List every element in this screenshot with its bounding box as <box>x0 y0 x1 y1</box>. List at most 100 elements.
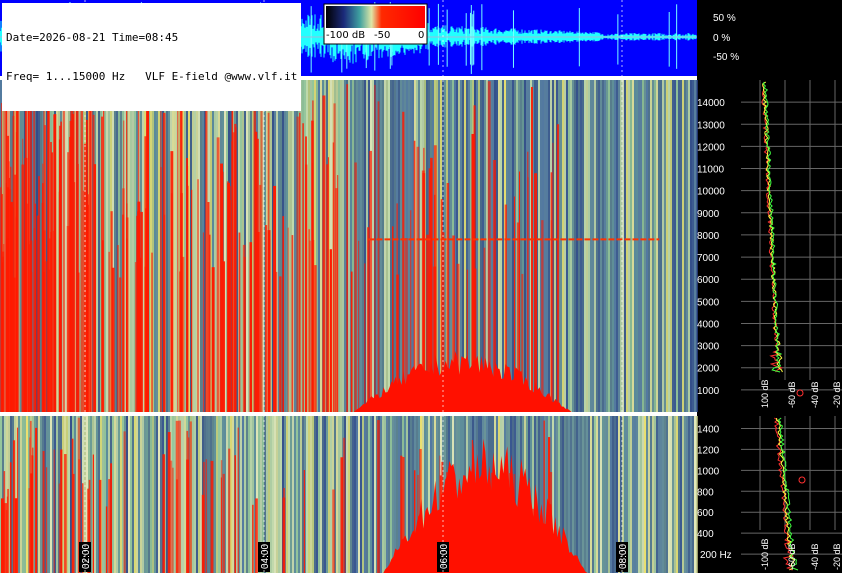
lower-spectrogram <box>0 416 698 573</box>
impulse-streak <box>296 116 300 413</box>
spectrogram-streak <box>168 80 170 412</box>
waveform-percent-label: -50 % <box>713 52 739 63</box>
spectrogram-streak <box>200 80 202 412</box>
impulse-streak <box>35 427 38 573</box>
spectrogram-streak <box>634 80 636 412</box>
spectrogram-streak <box>198 416 200 573</box>
spectrogram-streak <box>658 80 660 412</box>
spectrogram-streak <box>218 416 220 573</box>
spectrogram-streak <box>578 80 580 412</box>
lower-freq-label: 400 <box>697 529 714 540</box>
spectrogram-streak <box>500 80 502 412</box>
spectrogram-streak <box>384 416 386 573</box>
spectrogram-streak <box>342 80 344 412</box>
spectrogram-streak <box>194 80 196 412</box>
spectrogram-streak <box>658 416 660 573</box>
spectrogram-streak <box>512 80 514 412</box>
spectrogram-streak <box>508 80 510 412</box>
spectrogram-streak <box>604 80 606 412</box>
impulse-streak <box>60 121 62 413</box>
impulse-streak <box>249 242 253 412</box>
impulse-streak <box>228 448 231 573</box>
spectrogram-streak <box>412 80 414 412</box>
spectrogram-streak <box>554 80 556 412</box>
spectrogram-streak <box>584 416 586 573</box>
impulse-streak <box>377 101 380 412</box>
spectrogram-streak <box>684 80 686 412</box>
impulse-streak <box>160 167 162 412</box>
impulse-streak <box>550 220 553 412</box>
spectrogram-streak <box>650 80 652 412</box>
spectrogram-streak <box>360 416 362 573</box>
spectrogram-streak <box>214 416 216 573</box>
impulse-streak <box>231 141 233 412</box>
spectrogram-streak <box>56 416 58 573</box>
impulse-streak <box>234 455 236 573</box>
spectrogram-streak <box>652 416 654 573</box>
impulse-streak <box>299 112 301 412</box>
waveform-percent-label: 0 % <box>713 33 730 44</box>
impulse-streak <box>110 211 113 412</box>
impulse-streak <box>534 173 538 412</box>
impulse-streak <box>279 276 282 412</box>
impulse-streak <box>162 454 166 573</box>
spectrogram-streak <box>638 416 640 573</box>
impulse-streak <box>45 467 48 573</box>
impulse-streak <box>3 244 5 412</box>
spectrogram-streak <box>300 416 302 573</box>
spectrogram-streak <box>694 416 696 573</box>
impulse-streak <box>5 105 7 412</box>
spectrogram-streak <box>320 80 322 412</box>
impulse-streak <box>98 479 102 573</box>
impulse-streak <box>48 269 50 412</box>
colorbar-tick-max: 0 <box>418 30 425 41</box>
spectrogram-streak <box>104 416 106 573</box>
impulse-streak <box>308 229 311 412</box>
impulse-streak <box>201 494 205 573</box>
spectrogram-streak <box>318 80 320 412</box>
impulse-streak <box>222 261 226 412</box>
impulse-streak <box>374 84 376 412</box>
impulse-streak <box>238 232 241 412</box>
spectrogram-streak <box>654 80 656 412</box>
upper-freq-label: 2000 <box>697 364 720 375</box>
spectrogram-streak <box>364 416 366 573</box>
impulse-streak <box>108 479 111 573</box>
upper-freq-label: 1000 <box>697 386 720 397</box>
upper-db-label: -40 dB <box>810 381 820 408</box>
spectrogram-streak <box>290 416 292 573</box>
impulse-streak <box>33 98 36 413</box>
spectrogram-streak <box>98 80 100 412</box>
impulse-streak <box>191 189 193 412</box>
spectrogram-streak <box>38 416 40 573</box>
impulse-streak <box>354 162 357 412</box>
impulse-streak <box>178 420 181 573</box>
spectrogram-streak <box>96 416 98 573</box>
impulse-streak <box>242 244 246 412</box>
spectrogram-streak <box>166 80 168 412</box>
spectrogram-streak <box>636 80 638 412</box>
impulse-streak <box>531 86 533 412</box>
impulse-streak <box>58 483 61 573</box>
impulse-streak <box>176 101 179 412</box>
lower-freq-label: 1200 <box>697 445 720 456</box>
spectrogram-streak <box>94 416 96 573</box>
impulse-streak <box>181 85 183 413</box>
spectrogram-streak <box>200 416 202 573</box>
impulse-streak <box>16 427 19 573</box>
impulse-streak <box>267 112 270 413</box>
spectrogram-streak <box>154 416 156 573</box>
spectrogram-streak <box>24 416 26 573</box>
spectrogram-streak <box>352 416 354 573</box>
spectrogram-streak <box>524 80 526 412</box>
spectrogram-streak <box>630 416 632 573</box>
spectrogram-streak <box>330 416 332 573</box>
spectrogram-streak <box>288 416 290 573</box>
spectrogram-streak <box>578 416 580 573</box>
spectrogram-streak <box>656 80 658 412</box>
spectrogram-streak <box>130 80 132 412</box>
impulse-streak <box>220 460 223 573</box>
impulse-streak <box>327 157 329 412</box>
impulse-streak <box>53 449 55 573</box>
spectrogram-streak <box>646 416 648 573</box>
